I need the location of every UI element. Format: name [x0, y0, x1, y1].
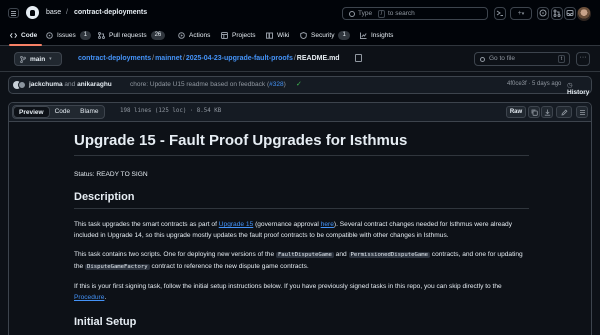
- symbols-icon[interactable]: [576, 106, 588, 118]
- tab-insights-label: Insights: [371, 31, 394, 39]
- edit-file-button[interactable]: [556, 106, 572, 118]
- tab-issues-label: Issues: [57, 31, 76, 39]
- pull-request-icon: [98, 31, 105, 39]
- tab-wiki-label: Wiki: [277, 31, 290, 39]
- preview-tab[interactable]: Preview: [13, 106, 50, 118]
- link-upgrade-15[interactable]: Upgrade 15: [219, 221, 253, 228]
- breadcrumb-current-file: README.md: [296, 55, 340, 62]
- search-input[interactable]: Type / to search: [342, 7, 488, 20]
- tab-security[interactable]: Security 1: [300, 28, 350, 42]
- heading-description: Description: [74, 190, 529, 209]
- play-icon: [178, 31, 185, 39]
- go-to-file-placeholder: Go to file: [489, 55, 516, 62]
- search-shortcut-key: /: [378, 10, 385, 18]
- issues-icon[interactable]: [537, 7, 549, 20]
- file-toolbar: Preview Code Blame 198 lines (125 loc) ·…: [9, 103, 591, 122]
- pencil-icon: [560, 109, 567, 116]
- copy-raw-icon[interactable]: [528, 106, 540, 118]
- link-procedure[interactable]: Procedure: [74, 294, 104, 301]
- code-dispute-game-factory: DisputeGameFactory: [85, 264, 150, 270]
- tab-actions-label: Actions: [189, 31, 211, 39]
- latest-commit-bar: jackchuma and anikaraghu chore: Update U…: [8, 76, 592, 96]
- repo-nav-tabs: Code Issues 1 Pull requests 26 Actions P…: [0, 24, 600, 46]
- header-top-row: base / contract-deployments Type / to se…: [0, 4, 600, 22]
- tab-security-label: Security: [311, 31, 335, 39]
- raw-button[interactable]: Raw: [506, 106, 526, 118]
- breadcrumb: contract-deployments/mainnet/2025-04-23-…: [78, 55, 340, 62]
- shield-icon: [300, 31, 307, 39]
- user-avatar[interactable]: [577, 7, 591, 21]
- view-mode-toggle: Preview Code Blame: [12, 105, 105, 119]
- code-view-tab[interactable]: Code: [50, 106, 76, 118]
- tab-code-label: Code: [21, 31, 38, 39]
- book-icon: [266, 32, 273, 39]
- chevron-down-icon: ▾: [49, 56, 52, 62]
- breadcrumb-link-mainnet[interactable]: mainnet: [155, 55, 182, 62]
- breadcrumb-link-task[interactable]: 2025-04-23-upgrade-fault-proofs: [186, 55, 293, 62]
- tab-projects-label: Projects: [232, 31, 256, 39]
- check-status-icon[interactable]: ✓: [296, 80, 302, 88]
- commit-pr-link[interactable]: #328: [269, 81, 283, 88]
- search-icon: [480, 57, 485, 62]
- branch-name: main: [30, 55, 46, 63]
- tab-pull-requests[interactable]: Pull requests 26: [98, 28, 166, 42]
- blame-tab[interactable]: Blame: [75, 106, 103, 118]
- markdown-body: Upgrade 15 - Fault Proof Upgrades for Is…: [74, 132, 529, 333]
- copy-path-icon[interactable]: [355, 54, 362, 62]
- inbox-icon[interactable]: [564, 7, 576, 20]
- code-permissioned-dispute-game: PermissionedDisputeGame: [348, 252, 430, 258]
- readme-status: Status: READY TO SIGN: [74, 171, 148, 178]
- go-to-file-shortcut: t: [558, 55, 565, 63]
- paragraph-scripts: This task contains two scripts. One for …: [74, 251, 523, 270]
- commit-authors: jackchuma and anikaraghu: [29, 81, 112, 88]
- branch-icon: [20, 55, 26, 63]
- link-governance-here[interactable]: here: [321, 221, 334, 228]
- graph-icon: [360, 32, 367, 39]
- code-icon: [10, 32, 17, 38]
- tab-code[interactable]: Code: [10, 28, 37, 42]
- global-header: base / contract-deployments Type / to se…: [0, 0, 600, 46]
- breadcrumb-link-repo[interactable]: contract-deployments: [78, 55, 151, 62]
- command-palette-icon[interactable]: [494, 7, 506, 20]
- menu-icon[interactable]: [8, 8, 19, 18]
- tab-projects[interactable]: Projects: [221, 28, 255, 42]
- history-button[interactable]: ◷ History: [567, 81, 591, 96]
- go-to-file-input[interactable]: Go to file t: [474, 52, 570, 66]
- paragraph-setup-note: If this is your first signing task, foll…: [74, 283, 502, 301]
- pull-requests-icon[interactable]: [551, 7, 563, 20]
- repo-name-link[interactable]: contract-deployments: [74, 9, 147, 16]
- tab-insights[interactable]: Insights: [360, 28, 393, 42]
- tab-actions[interactable]: Actions: [178, 28, 210, 42]
- tab-security-count: 1: [338, 30, 350, 40]
- tab-pull-requests-label: Pull requests: [109, 31, 147, 39]
- owner-repo-separator: /: [66, 9, 68, 16]
- readme-title: Upgrade 15 - Fault Proof Upgrades for Is…: [74, 132, 529, 156]
- author-link[interactable]: jackchuma: [29, 81, 63, 88]
- tab-issues[interactable]: Issues 1: [46, 28, 92, 42]
- branch-selector[interactable]: main ▾: [14, 52, 62, 66]
- heading-initial-setup: Initial Setup: [74, 316, 137, 328]
- download-icon[interactable]: [541, 106, 553, 118]
- issue-icon: [46, 31, 53, 39]
- more-options-button[interactable]: ···: [576, 52, 590, 66]
- commit-hash-time[interactable]: 4f0ce3f · 5 days ago: [507, 81, 561, 87]
- file-meta: 198 lines (125 loc) · 8.54 KB: [120, 108, 222, 114]
- github-logo-icon[interactable]: [26, 6, 39, 19]
- chevron-down-icon: ▾: [521, 11, 525, 17]
- table-icon: [221, 31, 228, 39]
- repo-owner-link[interactable]: base: [46, 9, 61, 16]
- tab-issues-count: 1: [79, 30, 92, 40]
- coauthor-link[interactable]: anikaraghu: [77, 81, 112, 88]
- code-fault-dispute-game: FaultDisputeGame: [275, 252, 334, 258]
- paragraph-description: This task upgrades the smart contracts a…: [74, 221, 513, 239]
- coauthor-avatar[interactable]: [18, 81, 26, 89]
- search-placeholder-suffix: to search: [388, 10, 415, 17]
- commit-message[interactable]: chore: Update U15 readme based on feedba…: [130, 81, 286, 88]
- history-icon: ◷: [567, 82, 573, 89]
- create-new-button[interactable]: +▾: [510, 7, 532, 20]
- tab-pull-requests-count: 26: [150, 30, 166, 40]
- search-icon: [349, 11, 355, 17]
- tab-wiki[interactable]: Wiki: [266, 28, 289, 42]
- search-placeholder-prefix: Type: [358, 10, 373, 17]
